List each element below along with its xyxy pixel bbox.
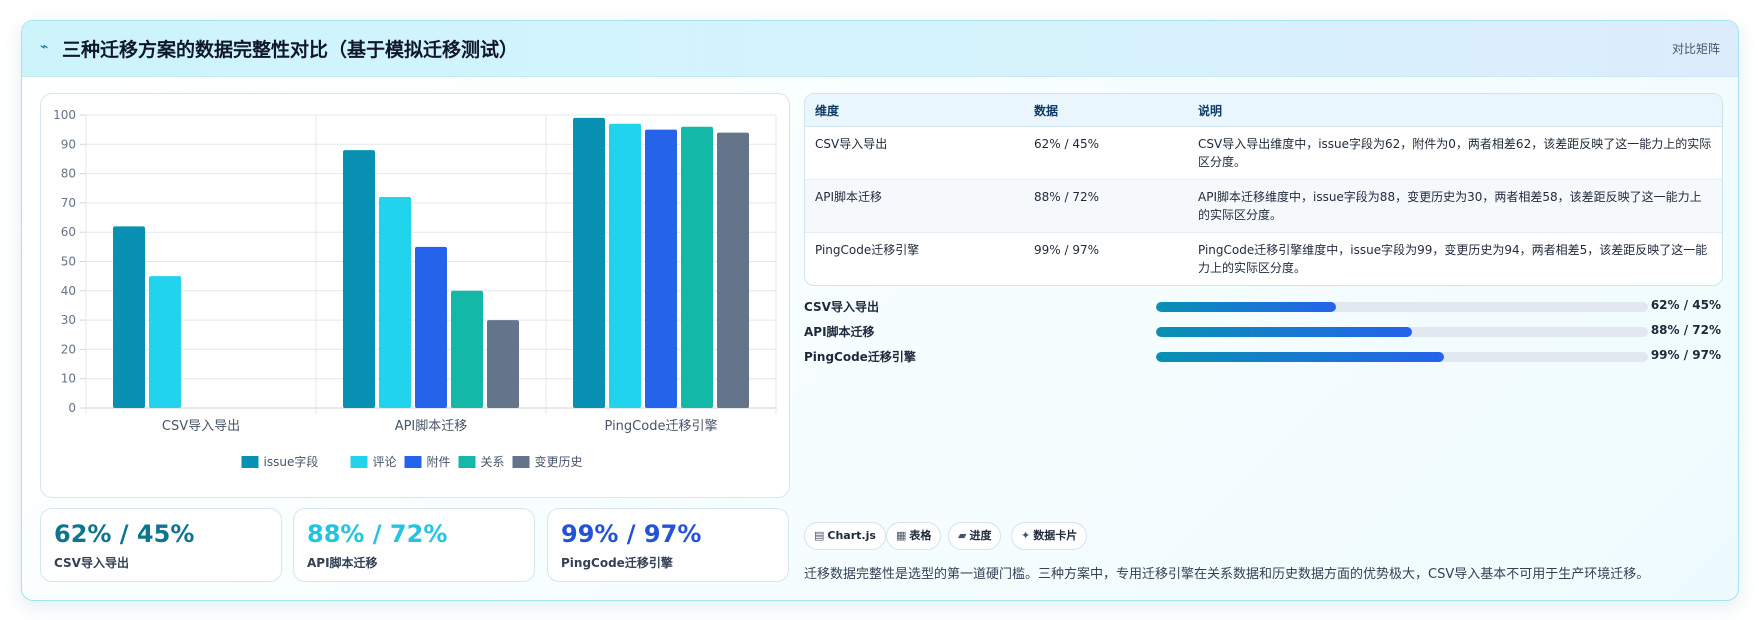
bar xyxy=(149,276,181,408)
stat-value: 62% / 45% xyxy=(54,520,195,548)
table-row: API脚本迁移 88% / 72% API脚本迁移维度中，issue字段为88，… xyxy=(805,179,1722,233)
table-cell-desc: PingCode迁移引擎维度中，issue字段为99，变更历史为94，两者相差5… xyxy=(1198,243,1708,275)
chip-table[interactable]: ▦ 表格 xyxy=(886,522,942,550)
legend-label: 评论 xyxy=(373,455,397,469)
legend-swatch xyxy=(512,456,530,468)
bar xyxy=(717,132,749,408)
table-cell-desc: API脚本迁移维度中，issue字段为88，变更历史为30，两者相差58，该差距… xyxy=(1188,179,1722,233)
table-cell-dim: PingCode迁移引擎 xyxy=(815,243,920,257)
legend-swatch xyxy=(350,456,368,468)
y-tick-label: 0 xyxy=(68,401,76,415)
table-cell-data: 99% / 97% xyxy=(1034,243,1100,257)
chip-label: 数据卡片 xyxy=(1033,529,1078,542)
x-tick-label: CSV导入导出 xyxy=(162,419,240,434)
x-tick-label: API脚本迁移 xyxy=(395,418,468,434)
bar-chart-panel: 0 10 20 30 40 50 60 70 80 90 100 CSV导入导出 API脚本迁移 Ping… xyxy=(40,93,790,498)
chip-label: 表格 xyxy=(909,529,932,542)
bar xyxy=(487,320,519,408)
header-tag: 对比矩阵 xyxy=(1671,42,1720,56)
progress-track xyxy=(1156,352,1648,362)
legend-swatch xyxy=(241,456,259,468)
progress-label: PingCode迁移引擎 xyxy=(804,350,916,364)
bar-chart: 0 10 20 30 40 50 60 70 80 90 100 CSV导入导出 API脚本迁移 Ping… xyxy=(53,108,777,469)
comparison-table: 维度 数据 说明 CSV导入导出 62% / 45% CSV导入导出维度中，is… xyxy=(804,93,1723,286)
comparison-card: ⌁ 三种迁移方案的数据完整性对比（基于模拟迁移测试） 对比矩阵 0 10 20 30 4… xyxy=(21,20,1739,601)
table-cell-dim: CSV导入导出 xyxy=(805,126,1024,180)
chip-data-card[interactable]: ✦ 数据卡片 xyxy=(1011,522,1088,550)
table-cell-data: 62% / 45% xyxy=(1024,126,1188,180)
card-icon: ✦ xyxy=(1021,529,1031,542)
progress-track xyxy=(1156,327,1648,337)
legend-swatch xyxy=(404,456,422,468)
table-row: PingCode迁移引擎 99% / 97% PingCode迁移引擎维度中，i… xyxy=(805,233,1722,286)
y-tick-label: 40 xyxy=(61,284,76,298)
y-tick-label: 60 xyxy=(61,225,76,239)
card-header: ⌁ 三种迁移方案的数据完整性对比（基于模拟迁移测试） 对比矩阵 xyxy=(22,21,1738,77)
y-tick-label: 10 xyxy=(61,372,76,386)
y-tick-label: 80 xyxy=(61,167,76,181)
stat-label: PingCode迁移引擎 xyxy=(561,556,673,570)
stat-value: 99% / 97% xyxy=(561,520,702,548)
table-header-row: 维度 数据 说明 xyxy=(805,94,1722,127)
stat-card-api: 88% / 72% API脚本迁移 xyxy=(293,508,535,582)
chip-chartjs[interactable]: ▤ Chart.js xyxy=(804,522,886,550)
chart-icon: ▤ xyxy=(814,529,825,542)
x-tick-label: PingCode迁移引擎 xyxy=(605,419,718,434)
y-tick-label: 70 xyxy=(61,196,76,210)
bar xyxy=(681,126,713,408)
progress-label: API脚本迁移 xyxy=(804,325,875,339)
progress-value: 99% / 97% xyxy=(1650,348,1721,362)
y-tick-label: 100 xyxy=(53,108,76,122)
bar xyxy=(379,197,411,408)
table-header-desc: 说明 xyxy=(1188,94,1722,127)
y-tick-label: 50 xyxy=(61,255,76,269)
progress-row-pingcode: PingCode迁移引擎 99% / 97% xyxy=(804,346,1721,366)
y-tick-label: 90 xyxy=(61,137,76,151)
bar xyxy=(451,290,483,408)
table-cell-data: 88% / 72% xyxy=(1024,179,1188,233)
chip-label: 进度 xyxy=(969,529,992,542)
card-title: 三种迁移方案的数据完整性对比（基于模拟迁移测试） xyxy=(62,39,519,61)
y-tick-label: 20 xyxy=(61,342,76,356)
legend-label: 关系 xyxy=(481,455,505,469)
bar xyxy=(343,150,375,408)
progress-fill xyxy=(1156,327,1412,337)
table-header-data: 数据 xyxy=(1024,94,1188,127)
table-cell-dim: API脚本迁移 xyxy=(805,179,1024,233)
progress-row-csv: CSV导入导出 62% / 45% xyxy=(804,296,1721,316)
stat-label: CSV导入导出 xyxy=(54,556,129,570)
table-row: CSV导入导出 62% / 45% CSV导入导出维度中，issue字段为62，… xyxy=(805,126,1722,180)
stat-value: 88% / 72% xyxy=(307,520,448,548)
y-tick-label: 30 xyxy=(61,313,76,327)
bar xyxy=(113,226,145,408)
legend-label: 变更历史 xyxy=(535,454,583,469)
progress-track xyxy=(1156,302,1648,312)
stat-card-pingcode: 99% / 97% PingCode迁移引擎 xyxy=(547,508,789,582)
legend-label: 附件 xyxy=(427,455,451,469)
progress-icon: ▰ xyxy=(958,529,967,542)
progress-fill xyxy=(1156,352,1444,362)
table-cell-desc: CSV导入导出维度中，issue字段为62，附件为0，两者相差62，该差距反映了… xyxy=(1188,126,1722,180)
legend-swatch xyxy=(458,456,476,468)
bar xyxy=(415,246,447,408)
bolt-icon: ⌁ xyxy=(40,39,49,55)
stat-label: API脚本迁移 xyxy=(307,556,378,570)
bar xyxy=(573,117,605,409)
progress-row-api: API脚本迁移 88% / 72% xyxy=(804,321,1721,341)
progress-fill xyxy=(1156,302,1336,312)
legend-label: issue字段 xyxy=(264,454,319,469)
progress-label: CSV导入导出 xyxy=(804,300,879,314)
chip-progress[interactable]: ▰ 进度 xyxy=(948,522,1002,550)
bar xyxy=(609,123,641,408)
table-header-dim: 维度 xyxy=(805,94,1024,127)
bar xyxy=(645,129,677,408)
chip-label: Chart.js xyxy=(827,529,876,542)
stat-card-csv: 62% / 45% CSV导入导出 xyxy=(40,508,282,582)
summary-text: 迁移数据完整性是选型的第一道硬门槛。三种方案中，专用迁移引擎在关系数据和历史数据… xyxy=(804,567,1650,582)
table-icon: ▦ xyxy=(896,529,907,542)
progress-value: 62% / 45% xyxy=(1650,298,1721,312)
progress-value: 88% / 72% xyxy=(1650,323,1721,337)
